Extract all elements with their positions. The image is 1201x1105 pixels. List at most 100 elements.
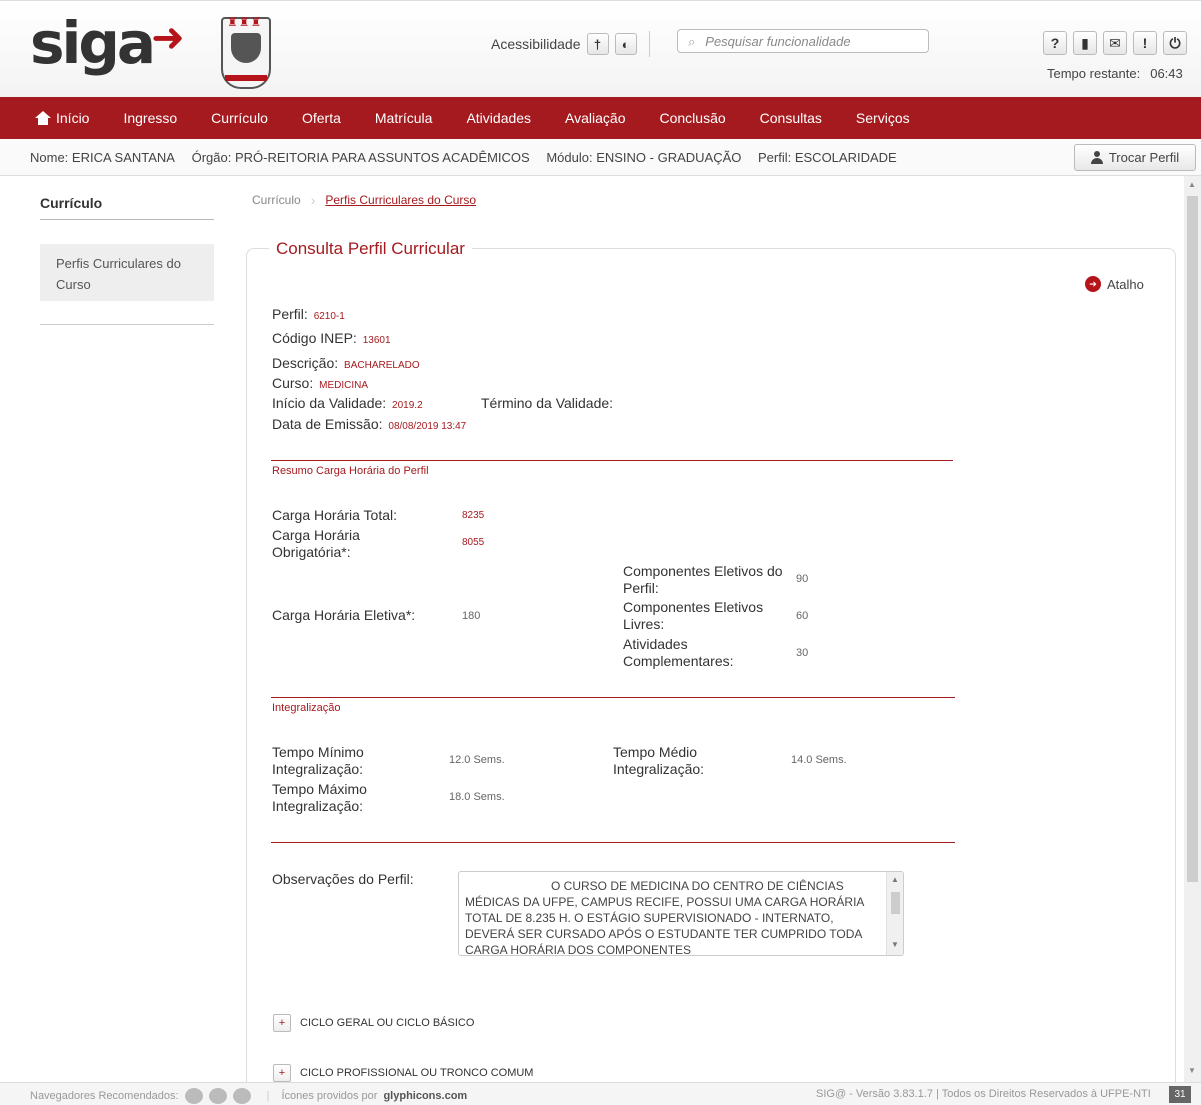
user-name: Nome: ERICA SANTANA <box>30 150 175 165</box>
search-input[interactable]: ⌕ Pesquisar funcionalidade <box>677 29 929 53</box>
help-icon[interactable]: ? <box>1043 31 1067 55</box>
scroll-up-icon[interactable]: ▲ <box>1188 180 1196 189</box>
menu-item-consultas[interactable]: Consultas <box>760 110 822 126</box>
power-icon[interactable]: ⏻ <box>1163 31 1187 55</box>
accessibility-label: Acessibilidade <box>491 36 581 52</box>
user-modulo: Módulo: ENSINO - GRADUAÇÃO <box>546 150 742 165</box>
safari-icon[interactable] <box>232 1088 251 1104</box>
shortcut-icon: ➔ <box>1085 276 1101 292</box>
plus-icon[interactable]: + <box>273 1064 291 1082</box>
scroll-down-icon[interactable]: ▼ <box>891 940 899 949</box>
footer-navegadores: Navegadores Recomendados: <box>30 1090 179 1102</box>
calendar-icon[interactable]: 31 <box>1169 1086 1191 1103</box>
label-atividades-complementares: Atividades Complementares: <box>623 636 734 669</box>
mail-icon[interactable]: ✉ <box>1103 31 1127 55</box>
chevron-right-icon: › <box>310 192 316 208</box>
search-icon: ⌕ <box>688 34 696 49</box>
book-icon[interactable]: ▮ <box>1073 31 1097 55</box>
sidebar-item-perfis-curriculares[interactable]: Perfis Curriculares do Curso <box>40 244 214 301</box>
label-comp-eletivos-livres: Componentes Eletivos Livres: <box>623 599 764 632</box>
time-value: 06:43 <box>1150 66 1183 81</box>
glyphicons-link[interactable]: glyphicons.com <box>383 1090 467 1102</box>
menu-item-avaliacao[interactable]: Avaliação <box>565 110 625 126</box>
value-carga-total: 8235 <box>462 510 485 521</box>
firefox-icon[interactable] <box>184 1088 203 1104</box>
divider <box>40 219 214 220</box>
value-tempo-medio: 14.0 Sems. <box>791 754 847 766</box>
user-icon <box>1090 151 1103 164</box>
section-title-integralizacao: Integralização <box>272 702 341 714</box>
logo-arrow-icon: ➜ <box>151 15 184 61</box>
user-info-bar: Nome: ERICA SANTANA Órgão: PRÓ-REITORIA … <box>0 139 1201 176</box>
label-tempo-maximo: Tempo Máximo Integralização: <box>272 781 367 814</box>
value-comp-eletivos-livres: 60 <box>796 610 809 622</box>
user-orgao: Órgão: PRÓ-REITORIA PARA ASSUNTOS ACADÊM… <box>191 150 530 165</box>
top-header: siga➜ ♜♜♜ Acessibilidade † ◐ ⌕ Pesquisar … <box>0 0 1201 97</box>
trocar-perfil-button[interactable]: Trocar Perfil <box>1074 144 1196 171</box>
content-panel <box>246 248 1176 1105</box>
scroll-up-icon[interactable]: ▲ <box>891 875 899 884</box>
main-menu: Início Ingresso Currículo Oferta Matrícu… <box>0 97 1201 139</box>
atalho-link[interactable]: ➔ Atalho <box>1085 276 1144 292</box>
field-curso: Curso: MEDICINA <box>272 375 369 391</box>
home-icon <box>35 111 51 125</box>
menu-item-conclusao[interactable]: Conclusão <box>660 110 726 126</box>
textarea-scrollbar[interactable]: ▲ ▼ <box>886 872 903 955</box>
page-title: Consulta Perfil Curricular <box>269 239 472 259</box>
divider <box>40 324 214 325</box>
value-atividades-complementares: 30 <box>796 647 809 659</box>
divider <box>271 842 955 843</box>
value-carga-obrigatoria: 8055 <box>462 537 485 548</box>
ufpe-crest-icon: ♜♜♜ <box>221 16 271 89</box>
scroll-down-icon[interactable]: ▼ <box>1188 1066 1196 1075</box>
divider <box>648 31 650 57</box>
chrome-icon[interactable] <box>208 1088 227 1104</box>
breadcrumb-current[interactable]: Perfis Curriculares do Curso <box>325 193 476 207</box>
sidebar-title: Currículo <box>40 195 103 211</box>
label-observacoes: Observações do Perfil: <box>272 871 414 887</box>
label-carga-eletiva: Carga Horária Eletiva*: <box>272 607 416 623</box>
divider <box>271 460 953 461</box>
label-tempo-minimo: Tempo Mínimo Integralização: <box>272 744 364 777</box>
contrast-icon[interactable]: ◐ <box>614 33 637 55</box>
siga-logo[interactable]: siga➜ <box>30 9 185 77</box>
label-tempo-medio: Tempo Médio Integralização: <box>613 744 705 777</box>
divider <box>271 697 955 698</box>
menu-item-curriculo[interactable]: Currículo <box>211 110 268 126</box>
field-perfil: Perfil: 6210-1 <box>272 306 345 322</box>
label-carga-obrigatoria: Carga Horária Obrigatória*: <box>272 527 360 560</box>
value-carga-eletiva: 180 <box>462 610 481 622</box>
menu-item-atividades[interactable]: Atividades <box>466 110 531 126</box>
cycle-toggle-profissional[interactable]: + CICLO PROFISSIONAL OU TRONCO COMUM <box>273 1064 533 1082</box>
session-timer: Tempo restante: 06:43 <box>1047 66 1183 81</box>
value-tempo-minimo: 12.0 Sems. <box>449 754 505 766</box>
value-tempo-maximo: 18.0 Sems. <box>449 791 505 803</box>
font-size-icon[interactable]: † <box>586 33 609 55</box>
field-descricao: Descrição: BACHARELADO <box>272 355 420 371</box>
menu-item-servicos[interactable]: Serviços <box>856 110 910 126</box>
footer-icones: Ícones providos por <box>281 1090 378 1102</box>
cycle-toggle-basico[interactable]: + CICLO GERAL OU CICLO BÁSICO <box>273 1014 474 1032</box>
label-carga-total: Carga Horária Total: <box>272 507 398 523</box>
plus-icon[interactable]: + <box>273 1014 291 1032</box>
value-comp-eletivos-perfil: 90 <box>796 573 809 585</box>
menu-item-inicio[interactable]: Início <box>35 110 89 126</box>
menu-item-ingresso[interactable]: Ingresso <box>123 110 177 126</box>
scroll-thumb[interactable] <box>1187 196 1198 882</box>
observacoes-textarea[interactable]: O CURSO DE MEDICINA DO CENTRO DE CIÊNCIA… <box>458 871 904 956</box>
info-icon[interactable]: ! <box>1133 31 1157 55</box>
section-title-resumo: Resumo Carga Horária do Perfil <box>272 465 429 477</box>
field-inep: Código INEP: 13601 <box>272 330 391 346</box>
breadcrumb: Currículo › Perfis Curriculares do Curso <box>252 192 476 208</box>
field-inicio-validade: Início da Validade: 2019.2 <box>272 395 423 411</box>
page-scrollbar[interactable]: ▲ ▼ <box>1184 176 1201 1082</box>
user-perfil: Perfil: ESCOLARIDADE <box>758 150 897 165</box>
observacoes-text: O CURSO DE MEDICINA DO CENTRO DE CIÊNCIA… <box>465 879 864 956</box>
field-termino-validade: Término da Validade: <box>481 395 614 411</box>
label-comp-eletivos-perfil: Componentes Eletivos do Perfil: <box>623 563 783 596</box>
menu-item-oferta[interactable]: Oferta <box>302 110 341 126</box>
scroll-thumb[interactable] <box>891 892 900 914</box>
breadcrumb-root[interactable]: Currículo <box>252 193 301 207</box>
footer: Navegadores Recomendados: | Ícones provi… <box>0 1082 1201 1105</box>
menu-item-matricula[interactable]: Matrícula <box>375 110 433 126</box>
